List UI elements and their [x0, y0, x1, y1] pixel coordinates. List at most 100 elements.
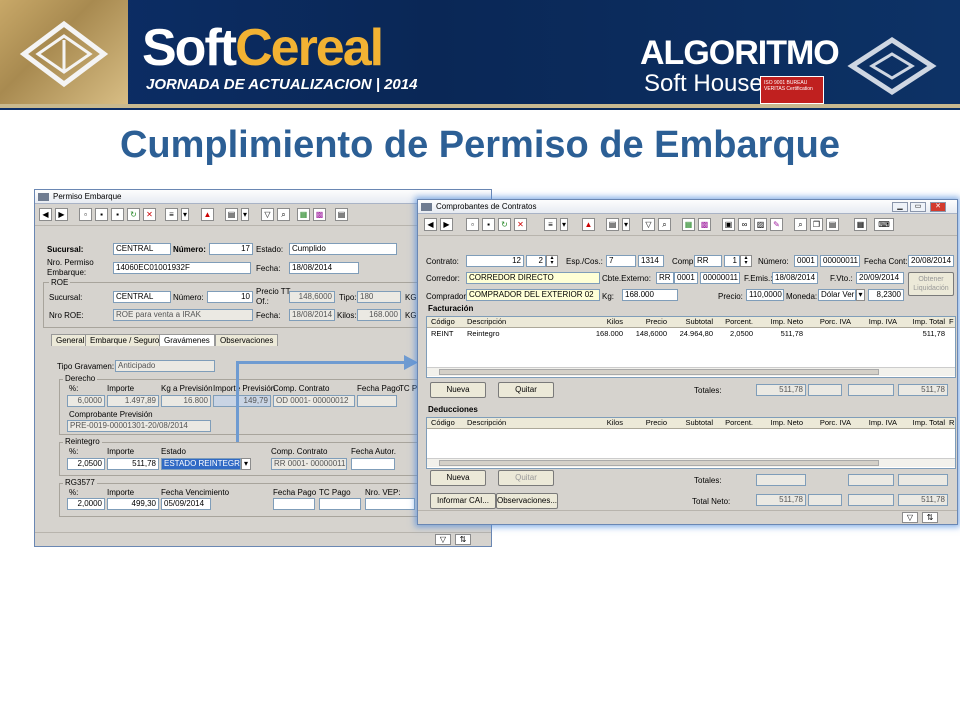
fecha-cont-field[interactable]: 20/08/2014	[908, 255, 954, 267]
rg-importe-field[interactable]: 499,30	[107, 498, 159, 510]
cbte-tipo-field[interactable]: RR	[656, 272, 674, 284]
report-icon[interactable]: ▤	[335, 208, 348, 221]
numero-field[interactable]: 00000011	[820, 255, 860, 267]
contrato-spinner-icon[interactable]: ▴ ▾	[546, 255, 558, 267]
back-icon[interactable]: ◀	[39, 208, 52, 221]
cbte-pv-field[interactable]: 0001	[674, 272, 698, 284]
facturacion-scrollbar[interactable]	[427, 367, 955, 376]
delete-icon[interactable]: ✕	[514, 218, 527, 231]
moneda-select[interactable]: Dólar Ver	[818, 289, 856, 301]
alert-icon[interactable]: ▲	[582, 218, 595, 231]
search-icon[interactable]: ⌕	[794, 218, 807, 231]
precio-field[interactable]: 110,0000	[746, 289, 784, 301]
sucursal-field[interactable]: CENTRAL	[113, 243, 171, 255]
nro-permiso-field[interactable]: 14060EC01001932F	[113, 262, 251, 274]
print-icon[interactable]: ▤	[606, 218, 619, 231]
reintegro-fecha-autor-field[interactable]	[351, 458, 395, 470]
refresh-icon[interactable]: ↻	[127, 208, 140, 221]
sort-icon[interactable]: ⇅	[922, 512, 938, 523]
roe-sucursal-field[interactable]: CENTRAL	[113, 291, 171, 303]
tab-gravamenes[interactable]: Gravámenes	[159, 334, 215, 346]
quitar-facturacion-button[interactable]: Quitar	[498, 382, 554, 398]
list-dropdown-icon[interactable]: ▾	[181, 208, 189, 221]
cotizacion-field[interactable]: 8,2300	[868, 289, 904, 301]
quitar-deduccion-button[interactable]: Quitar	[498, 470, 554, 486]
scroll-thumb[interactable]	[439, 460, 879, 466]
facturacion-grid[interactable]: Código Descripción Kilos Precio Subtotal…	[426, 316, 956, 378]
reintegro-estado-select[interactable]: ESTADO REINTEGRO	[161, 458, 241, 470]
tab-general[interactable]: General	[51, 334, 90, 346]
nueva-deduccion-button[interactable]: Nueva	[430, 470, 486, 486]
save-icon[interactable]: ▪	[482, 218, 495, 231]
informar-cai-button[interactable]: Informar CAI...	[430, 493, 496, 509]
save-all-icon[interactable]: ▪	[111, 208, 124, 221]
new-icon[interactable]: ▫	[466, 218, 479, 231]
grid-icon[interactable]: ▦	[854, 218, 867, 231]
list-icon[interactable]: ≡	[165, 208, 178, 221]
copy-icon[interactable]: ❐	[810, 218, 823, 231]
obtener-liquidacion-button[interactable]: Obtener Liquidación	[908, 272, 954, 296]
keyboard-icon[interactable]: ⌨	[874, 218, 894, 231]
sort-icon[interactable]: ⇅	[455, 534, 471, 545]
filter-icon[interactable]: ▽	[261, 208, 274, 221]
rg-tc-pago-field[interactable]	[319, 498, 361, 510]
fecha-field[interactable]: 18/08/2014	[289, 262, 359, 274]
table-row[interactable]: REINT Reintegro 168.000 148,6000 24.964,…	[427, 329, 955, 339]
color-grid-icon[interactable]: ▩	[698, 218, 711, 231]
find-icon[interactable]: ⌕	[277, 208, 290, 221]
filter-down-icon[interactable]: ▽	[902, 512, 918, 523]
deducciones-grid[interactable]: Código Descripción Kilos Precio Subtotal…	[426, 417, 956, 469]
close-button[interactable]: ✕	[930, 202, 946, 212]
cbte-numero-field[interactable]: 00000011	[700, 272, 740, 284]
minimize-button[interactable]: ▁	[892, 202, 908, 212]
rg-nro-vep-field[interactable]	[365, 498, 415, 510]
fecha-emision-field[interactable]: 18/08/2014	[772, 272, 818, 284]
print-dropdown-icon[interactable]: ▾	[241, 208, 249, 221]
comprador-field[interactable]: COMPRADOR DEL EXTERIOR 02	[466, 289, 600, 301]
reintegro-pct-field[interactable]: 2,0500	[67, 458, 105, 470]
contrato-sub-field[interactable]: 2	[526, 255, 546, 267]
list-icon[interactable]: ≡	[544, 218, 557, 231]
moneda-dropdown-icon[interactable]: ▾	[856, 289, 865, 301]
forward-icon[interactable]: ▶	[55, 208, 68, 221]
esp-field-2[interactable]: 1314	[638, 255, 664, 267]
link-icon[interactable]: ∞	[738, 218, 751, 231]
back-icon[interactable]: ◀	[424, 218, 437, 231]
new-icon[interactable]: ▫	[79, 208, 92, 221]
contrato-field[interactable]: 12	[466, 255, 524, 267]
print-icon[interactable]: ▤	[225, 208, 238, 221]
print-dropdown-icon[interactable]: ▾	[622, 218, 630, 231]
observaciones-button[interactable]: Observaciones...	[496, 493, 558, 509]
list-dropdown-icon[interactable]: ▾	[560, 218, 568, 231]
esp-field[interactable]: 7	[606, 255, 636, 267]
corredor-field[interactable]: CORREDOR DIRECTO	[466, 272, 600, 284]
document-icon[interactable]: ▤	[826, 218, 839, 231]
rg-fecha-pago-field[interactable]	[273, 498, 315, 510]
delete-icon[interactable]: ✕	[143, 208, 156, 221]
kg-field[interactable]: 168.000	[622, 289, 678, 301]
comp-spinner-icon[interactable]: ▴ ▾	[740, 255, 752, 267]
export-icon[interactable]: ▦	[297, 208, 310, 221]
tab-embarque-seguro[interactable]: Embarque / Seguro	[85, 334, 165, 346]
scroll-thumb[interactable]	[439, 369, 879, 375]
alert-icon[interactable]: ▲	[201, 208, 214, 221]
filter-icon[interactable]: ▽	[642, 218, 655, 231]
find-icon[interactable]: ⌕	[658, 218, 671, 231]
image-icon[interactable]: ▨	[754, 218, 767, 231]
roe-numero-field[interactable]: 10	[207, 291, 253, 303]
reintegro-importe-field[interactable]: 511,78	[107, 458, 159, 470]
numero-field[interactable]: 17	[209, 243, 253, 255]
save-icon[interactable]: ▪	[95, 208, 108, 221]
estado-dropdown-icon[interactable]: ▾	[241, 458, 251, 470]
forward-icon[interactable]: ▶	[440, 218, 453, 231]
sign-icon[interactable]: ✎	[770, 218, 783, 231]
estado-select[interactable]: Cumplido	[289, 243, 397, 255]
fecha-vto-field[interactable]: 20/09/2014	[856, 272, 904, 284]
filter-down-icon[interactable]: ▽	[435, 534, 451, 545]
tab-observaciones[interactable]: Observaciones	[215, 334, 279, 346]
refresh-icon[interactable]: ↻	[498, 218, 511, 231]
color-grid-icon[interactable]: ▩	[313, 208, 326, 221]
maximize-button[interactable]: ▭	[910, 202, 926, 212]
numero-pv-field[interactable]: 0001	[794, 255, 818, 267]
comp-sub-field[interactable]: 1	[724, 255, 740, 267]
